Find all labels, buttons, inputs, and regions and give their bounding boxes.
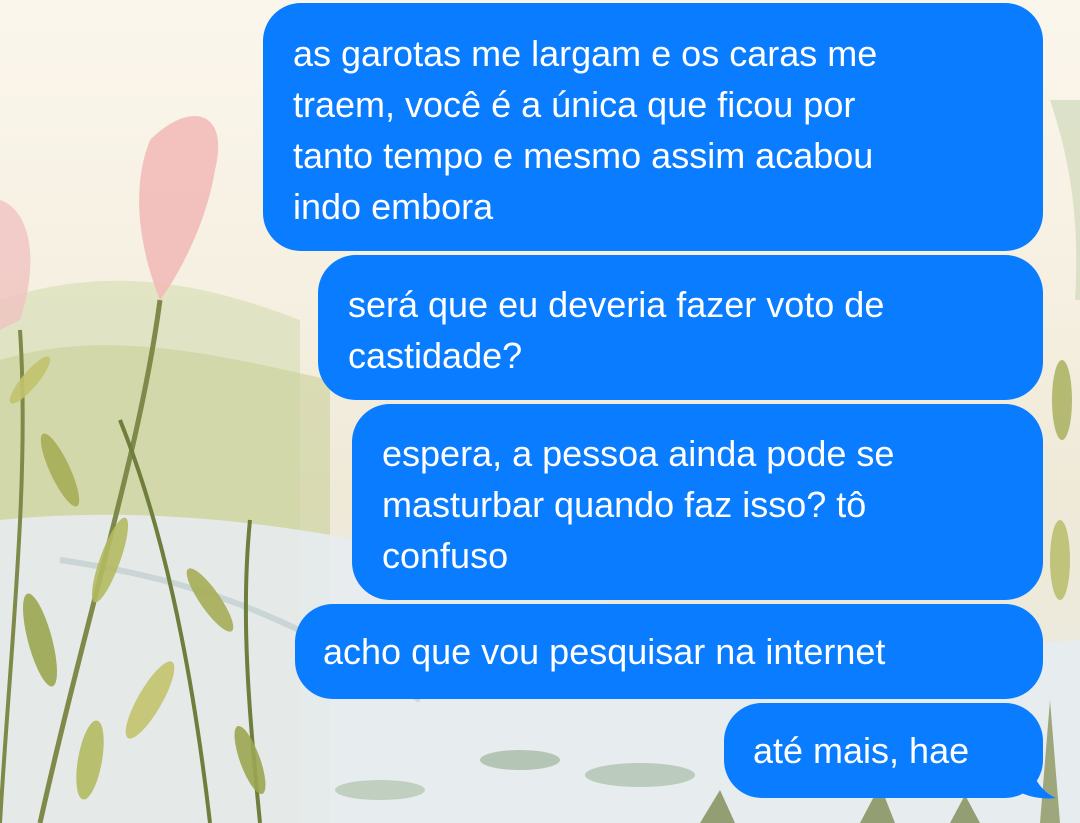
message-bubble-1[interactable]: as garotas me largam e os caras me traem… — [263, 3, 1043, 251]
message-bubble-5[interactable]: até mais, hae — [724, 703, 1043, 798]
message-bubble-4[interactable]: acho que vou pesquisar na internet — [295, 604, 1043, 699]
message-bubble-2[interactable]: será que eu deveria fazer voto de castid… — [318, 255, 1043, 400]
message-thread: as garotas me largam e os caras me traem… — [0, 0, 1080, 823]
message-bubble-3[interactable]: espera, a pessoa ainda pode se masturbar… — [352, 404, 1043, 600]
bubble-tail-icon — [1010, 760, 1056, 799]
